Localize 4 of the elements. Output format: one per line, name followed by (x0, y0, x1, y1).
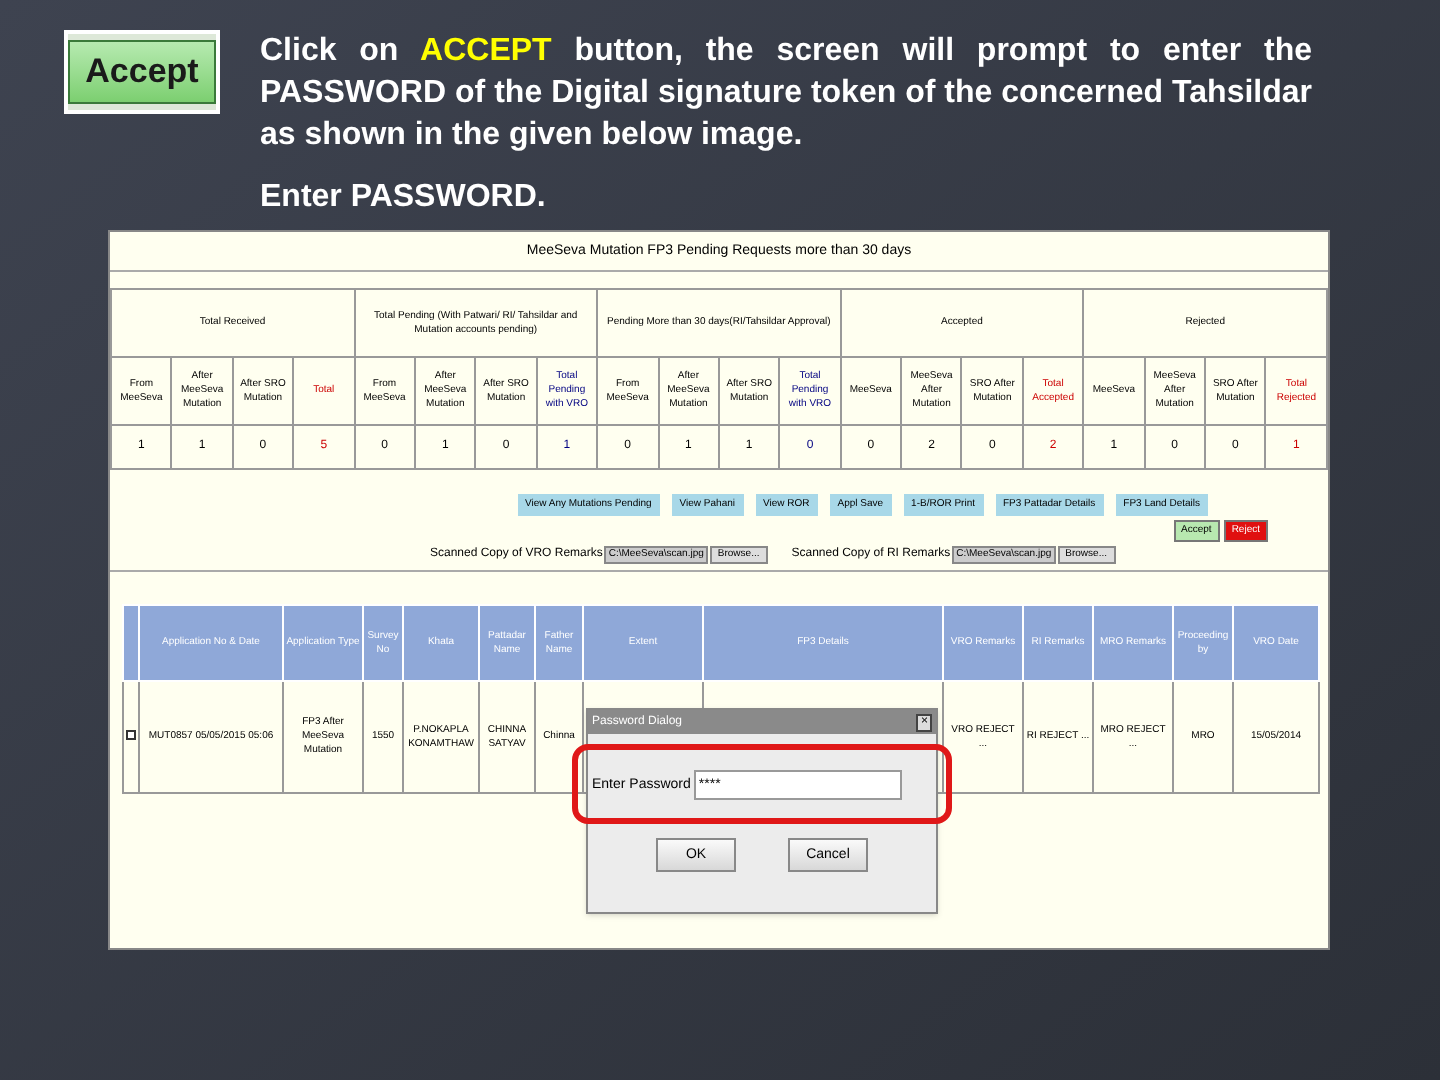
accept-button-image: Accept (64, 30, 220, 114)
instruction-paragraph: Click on ACCEPT button, the screen will prompt to enter the PASSWORD of the Digital signature token of the concerned Tahsildar as shown in the given below image. (260, 32, 1312, 156)
instruction-text: Enter PASSWORD. (260, 178, 548, 218)
row-checkbox[interactable] (126, 729, 136, 739)
